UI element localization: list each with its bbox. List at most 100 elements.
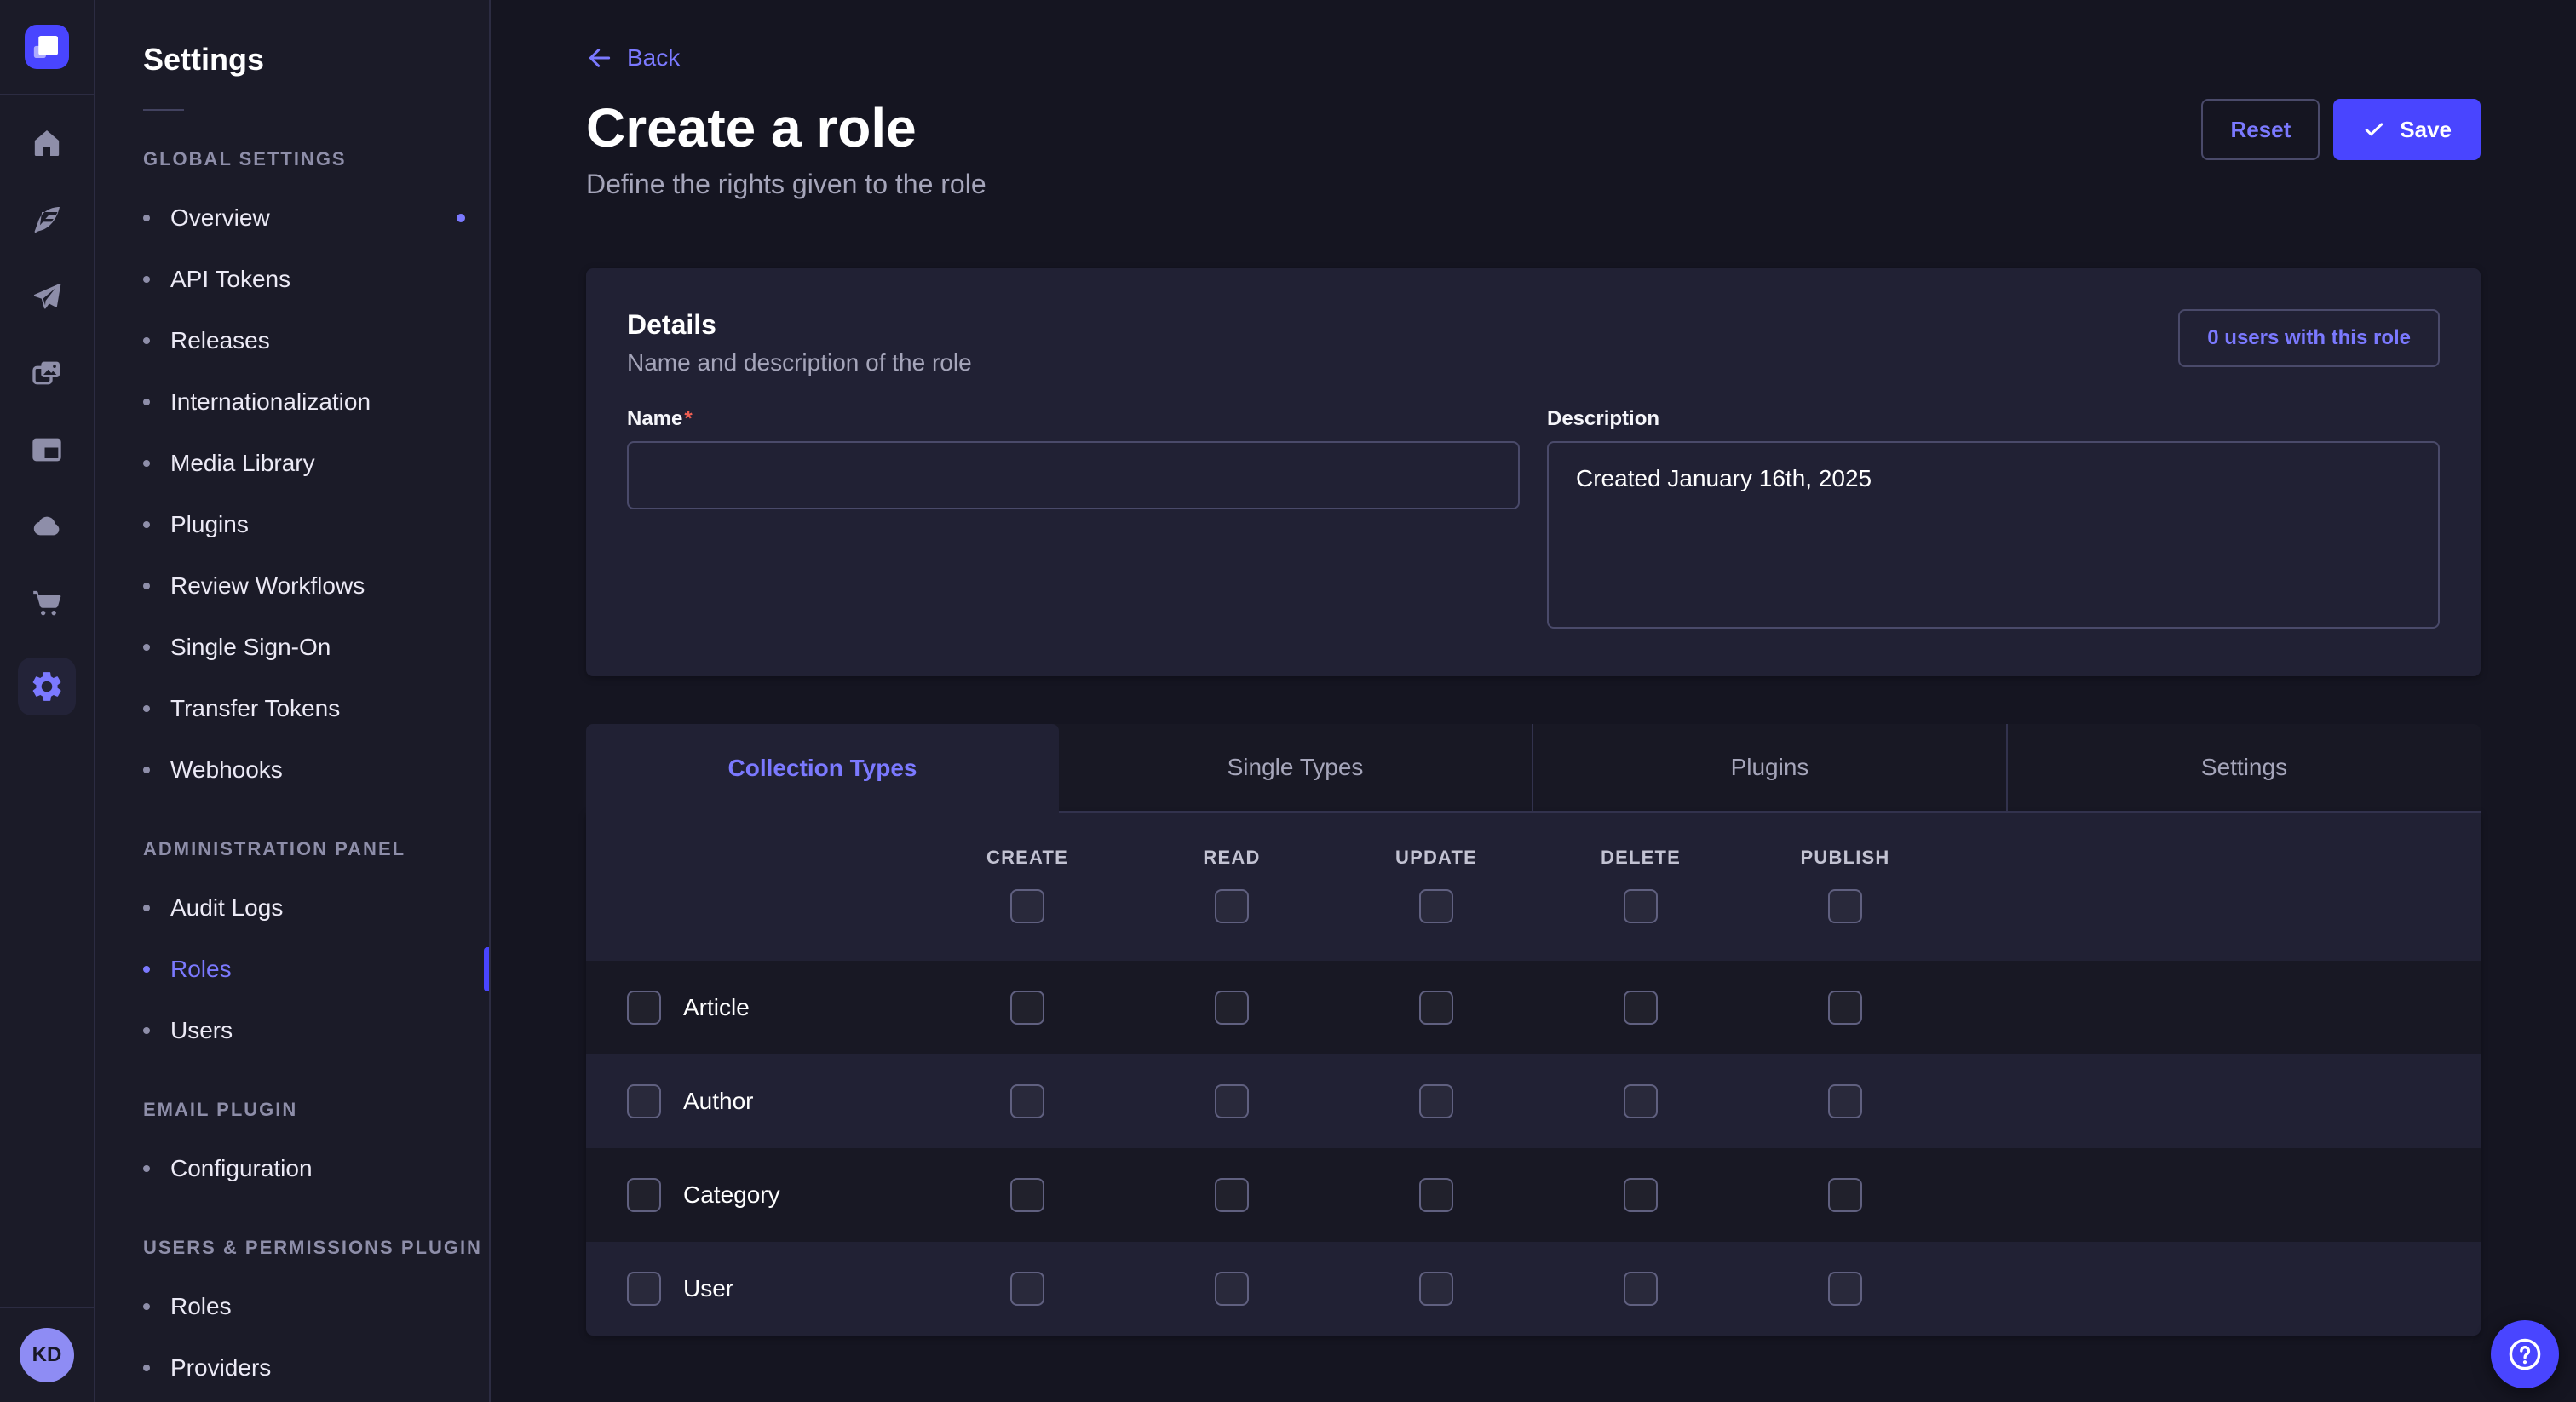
- sidebar-item-configuration[interactable]: Configuration: [95, 1138, 489, 1199]
- article-create-checkbox[interactable]: [1010, 991, 1044, 1025]
- select-all-publish-checkbox[interactable]: [1828, 889, 1862, 923]
- back-link[interactable]: Back: [586, 44, 680, 72]
- sidebar-item-releases[interactable]: Releases: [95, 310, 489, 371]
- tab-settings[interactable]: Settings: [2006, 724, 2481, 813]
- category-read-checkbox[interactable]: [1215, 1178, 1249, 1212]
- select-all-delete-checkbox[interactable]: [1624, 889, 1658, 923]
- sidebar-item-users[interactable]: Users: [95, 1000, 489, 1061]
- nav-icon-send[interactable]: [30, 279, 64, 313]
- save-button[interactable]: Save: [2333, 99, 2481, 160]
- author-create-checkbox[interactable]: [1010, 1084, 1044, 1118]
- article-publish-checkbox[interactable]: [1828, 991, 1862, 1025]
- row-category-select-checkbox[interactable]: [627, 1178, 661, 1212]
- article-update-checkbox[interactable]: [1419, 991, 1453, 1025]
- nav-icon-cloud[interactable]: [30, 509, 64, 543]
- section-label-administration-panel: ADMINISTRATION PANEL: [143, 838, 489, 860]
- section-label-users-permissions-plugin: USERS & PERMISSIONS PLUGIN: [143, 1237, 489, 1259]
- description-textarea[interactable]: Created January 16th, 2025: [1547, 441, 2440, 629]
- user-read-checkbox[interactable]: [1215, 1272, 1249, 1306]
- row-author-select-checkbox[interactable]: [627, 1084, 661, 1118]
- main-content: Back Create a role Define the rights giv…: [491, 0, 2576, 1402]
- sidebar-item-webhooks[interactable]: Webhooks: [95, 739, 489, 801]
- sidebar-item-media-library[interactable]: Media Library: [95, 433, 489, 494]
- sidebar-item-providers[interactable]: Providers: [95, 1337, 489, 1399]
- article-read-checkbox[interactable]: [1215, 991, 1249, 1025]
- cloud-icon: [30, 509, 64, 543]
- users-with-role-button[interactable]: 0 users with this role: [2178, 309, 2440, 367]
- nav-icon-content-builder[interactable]: [30, 433, 64, 467]
- nav-icon-media-library[interactable]: [30, 356, 64, 390]
- item-label: Single Sign-On: [170, 634, 331, 661]
- item-label: Users: [170, 1017, 233, 1044]
- main-nav: KD: [0, 0, 95, 1402]
- column-header-read: READ: [1203, 847, 1260, 869]
- nav-icon-home[interactable]: [30, 126, 64, 160]
- bullet-icon: [143, 583, 150, 589]
- tab-collection-types[interactable]: Collection Types: [586, 724, 1059, 813]
- sidebar-item-audit-logs[interactable]: Audit Logs: [95, 877, 489, 939]
- name-input[interactable]: [627, 441, 1520, 509]
- category-publish-checkbox[interactable]: [1828, 1178, 1862, 1212]
- table-row-author: Author: [586, 1054, 2481, 1148]
- sidebar-item-plugins[interactable]: Plugins: [95, 494, 489, 555]
- article-delete-checkbox[interactable]: [1624, 991, 1658, 1025]
- notification-dot: [457, 214, 465, 222]
- sidebar-item-api-tokens[interactable]: API Tokens: [95, 249, 489, 310]
- nav-icon-marketplace[interactable]: [30, 586, 64, 620]
- author-delete-checkbox[interactable]: [1624, 1084, 1658, 1118]
- page-heading: Create a role Define the rights given to…: [586, 95, 986, 200]
- nav-icon-write[interactable]: [30, 203, 64, 237]
- sidebar-item-up-roles[interactable]: Roles: [95, 1276, 489, 1337]
- select-all-create-checkbox[interactable]: [1010, 889, 1044, 923]
- category-update-checkbox[interactable]: [1419, 1178, 1453, 1212]
- sidebar-item-roles-active[interactable]: Roles: [95, 939, 489, 1000]
- permissions-table-header: CREATE READ UPDATE DELETE PUBLISH: [586, 813, 2481, 961]
- shopping-cart-icon: [30, 586, 64, 620]
- help-button[interactable]: [2491, 1320, 2559, 1388]
- item-label: Releases: [170, 327, 270, 354]
- column-header-create: CREATE: [986, 847, 1068, 869]
- bullet-icon: [143, 1027, 150, 1034]
- user-create-checkbox[interactable]: [1010, 1272, 1044, 1306]
- user-update-checkbox[interactable]: [1419, 1272, 1453, 1306]
- bullet-icon: [143, 1165, 150, 1172]
- sidebar-item-internationalization[interactable]: Internationalization: [95, 371, 489, 433]
- check-icon: [2362, 118, 2386, 141]
- column-header-update: UPDATE: [1395, 847, 1477, 869]
- tab-single-types[interactable]: Single Types: [1059, 724, 1532, 813]
- item-label: Roles: [170, 956, 232, 983]
- row-article-select-checkbox[interactable]: [627, 991, 661, 1025]
- author-read-checkbox[interactable]: [1215, 1084, 1249, 1118]
- tab-plugins[interactable]: Plugins: [1532, 724, 2006, 813]
- strapi-logo-icon: [25, 25, 69, 69]
- details-heading: Details Name and description of the role: [627, 309, 972, 376]
- sidebar-item-transfer-tokens[interactable]: Transfer Tokens: [95, 678, 489, 739]
- row-user-select-checkbox[interactable]: [627, 1272, 661, 1306]
- required-asterisk: *: [684, 407, 692, 430]
- select-all-update-checkbox[interactable]: [1419, 889, 1453, 923]
- table-row-user: User: [586, 1242, 2481, 1336]
- bullet-icon: [143, 337, 150, 344]
- author-publish-checkbox[interactable]: [1828, 1084, 1862, 1118]
- item-label: Providers: [170, 1354, 271, 1382]
- user-publish-checkbox[interactable]: [1828, 1272, 1862, 1306]
- nav-icon-settings-active[interactable]: [18, 658, 76, 715]
- select-all-read-checkbox[interactable]: [1215, 889, 1249, 923]
- category-delete-checkbox[interactable]: [1624, 1178, 1658, 1212]
- page-subtitle: Define the rights given to the role: [586, 169, 986, 200]
- user-avatar[interactable]: KD: [20, 1328, 74, 1382]
- back-label: Back: [627, 44, 680, 72]
- reset-button[interactable]: Reset: [2201, 99, 2320, 160]
- sidebar-item-single-sign-on[interactable]: Single Sign-On: [95, 617, 489, 678]
- workspace-logo[interactable]: [0, 0, 94, 95]
- item-label: Transfer Tokens: [170, 695, 340, 722]
- user-delete-checkbox[interactable]: [1624, 1272, 1658, 1306]
- column-header-delete: DELETE: [1601, 847, 1681, 869]
- sidebar-item-overview[interactable]: Overview: [95, 187, 489, 249]
- sidebar-item-review-workflows[interactable]: Review Workflows: [95, 555, 489, 617]
- author-update-checkbox[interactable]: [1419, 1084, 1453, 1118]
- item-label: Review Workflows: [170, 572, 365, 600]
- subnav-title: Settings: [143, 41, 489, 78]
- app-window: KD Settings GLOBAL SETTINGS Overview API…: [0, 0, 2576, 1402]
- category-create-checkbox[interactable]: [1010, 1178, 1044, 1212]
